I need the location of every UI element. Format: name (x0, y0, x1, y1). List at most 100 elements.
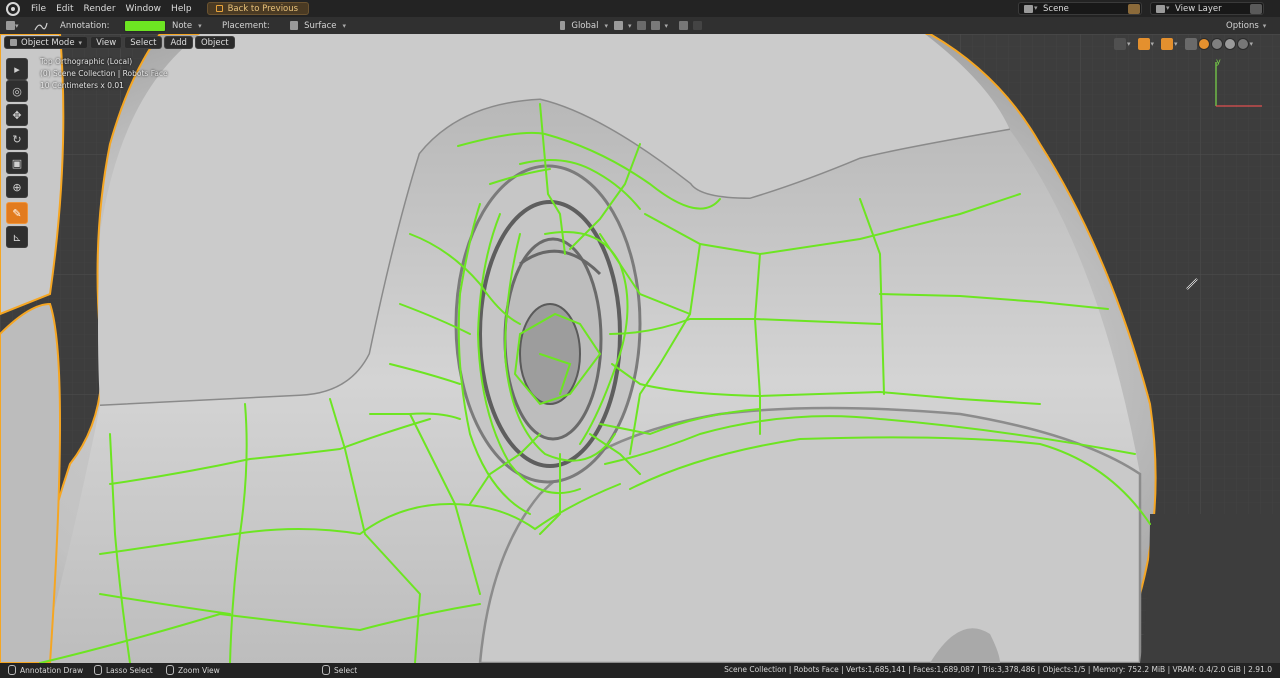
status-annotation-draw-label: Annotation Draw (20, 665, 84, 675)
menu-edit[interactable]: Edit (51, 4, 78, 14)
snap-icon[interactable] (636, 21, 646, 30)
rotate-tool[interactable]: ↻ (6, 128, 28, 150)
tool-settings-header: ▾ Annotation: Note ▾ Placement: Surface ▾… (0, 17, 1280, 34)
menu-help[interactable]: Help (166, 4, 197, 14)
chevron-down-icon: ▾ (78, 38, 83, 47)
pivot-icon[interactable] (614, 21, 623, 30)
3d-viewport[interactable]: y Object Mode ▾ View Select Add Object ▾… (0, 34, 1280, 663)
window-icon (215, 5, 223, 12)
transform-icon: ⊕ (12, 180, 22, 194)
overlays-toggle-icon[interactable] (1161, 37, 1174, 50)
status-select: Select (322, 665, 357, 675)
cursor-icon: ▸ (14, 62, 20, 76)
measure-tool[interactable]: ⊾ (6, 226, 28, 248)
status-zoom-view-label: Zoom View (178, 665, 220, 675)
pencil-icon: ✎ (12, 206, 22, 220)
select-box-tool[interactable]: ▸ (6, 58, 28, 80)
status-bar: Annotation Draw Lasso Select Zoom View S… (0, 663, 1280, 678)
collection-info: (0) Scene Collection | Robots Face (40, 69, 168, 78)
mouse-right-icon (166, 665, 174, 675)
chevron-down-icon: ▾ (198, 21, 202, 30)
chevron-down-icon: ▾ (1166, 4, 1170, 12)
scene-name: Scene (1043, 3, 1069, 14)
top-menu-bar: File Edit Render Window Help Back to Pre… (0, 0, 1280, 17)
cursor-tool[interactable]: ◎ (6, 80, 28, 102)
chevron-down-icon: ▾ (1150, 39, 1155, 48)
note-layer-dropdown[interactable]: Note ▾ (166, 19, 212, 32)
gizmo-toggle-icon[interactable] (1137, 37, 1150, 50)
viewport-shading-controls: ▾ ▾ ▾ ▾ (1114, 36, 1253, 51)
chevron-down-icon: ▾ (342, 21, 346, 30)
scene-selector[interactable]: ▾ Scene (1018, 2, 1142, 15)
scale-icon: ▣ (11, 156, 23, 170)
scale-tool[interactable]: ▣ (6, 152, 28, 174)
mouse-middle-icon (94, 665, 102, 675)
view-name: Top Orthographic (Local) (40, 57, 133, 66)
status-lasso-select-label: Lasso Select (106, 665, 153, 675)
object-mode-icon (10, 39, 17, 46)
viewport-header-left: Object Mode ▾ View Select Add Object (4, 36, 235, 49)
viewport-info-overlay: Top Orthographic (Local) (0) Scene Colle… (40, 56, 168, 92)
chevron-down-icon: ▾ (1174, 39, 1178, 48)
options-dropdown[interactable]: Options ▾ (1226, 19, 1266, 32)
rotate-icon: ↻ (12, 132, 22, 146)
transform-tool[interactable]: ⊕ (6, 176, 28, 198)
wireframe-shading-icon[interactable] (1210, 37, 1223, 50)
falloff-icon[interactable] (693, 21, 703, 30)
xray-toggle-icon[interactable] (1184, 37, 1197, 50)
proportional-edit-icon[interactable] (679, 21, 689, 30)
menu-window[interactable]: Window (121, 4, 167, 14)
annotation-color-swatch[interactable] (124, 19, 166, 32)
options-label: Options (1226, 20, 1259, 31)
chevron-down-icon: ▾ (1034, 4, 1038, 12)
rendered-shading-icon[interactable] (1236, 37, 1249, 50)
object-menu[interactable]: Object (194, 36, 235, 49)
snap-target-icon[interactable] (650, 21, 660, 30)
new-scene-button[interactable] (1128, 4, 1140, 14)
object-mode-label: Object Mode (21, 37, 75, 48)
placement-value: Surface (304, 20, 337, 31)
chevron-down-icon: ▾ (1127, 39, 1131, 48)
status-select-label: Select (334, 665, 358, 675)
chevron-down-icon: ▾ (664, 21, 669, 30)
note-value: Note (172, 20, 193, 31)
orientation-dropdown[interactable]: Global ▾ (558, 19, 610, 32)
orientation-value: Global (571, 20, 599, 31)
new-view-layer-button[interactable] (1250, 4, 1262, 14)
chevron-down-icon: ▾ (628, 21, 632, 30)
status-lasso-select: Lasso Select (94, 665, 153, 675)
annotate-tool-icon (6, 21, 15, 30)
chevron-down-icon: ▾ (1249, 39, 1254, 48)
object-mode-dropdown[interactable]: Object Mode ▾ (4, 36, 89, 49)
annotation-label: Annotation: (60, 20, 110, 31)
mouse-icon (322, 665, 330, 675)
scene-icon (1024, 5, 1033, 13)
placement-dropdown[interactable]: Surface ▾ (284, 19, 352, 32)
move-tool[interactable]: ✥ (6, 104, 28, 126)
main-menu: File Edit Render Window Help (26, 0, 197, 17)
move-icon: ✥ (12, 108, 22, 122)
view-menu[interactable]: View (90, 36, 123, 49)
blender-logo-icon[interactable] (6, 1, 20, 16)
view-layer-selector[interactable]: ▾ View Layer (1150, 2, 1264, 15)
select-menu[interactable]: Select (124, 36, 163, 49)
mouse-left-icon (8, 665, 16, 675)
viewport-canvas: y (0, 34, 1280, 663)
gizmo-axis-label: y (1216, 57, 1221, 66)
menu-file[interactable]: File (26, 4, 51, 14)
tool-icon-dropdown[interactable]: ▾ (6, 19, 19, 32)
ruler-icon: ⊾ (12, 230, 22, 244)
scene-statistics: Scene Collection | Robots Face | Verts:1… (724, 665, 1272, 674)
back-to-previous-button[interactable]: Back to Previous (206, 2, 310, 15)
visibility-icon[interactable] (1114, 37, 1126, 50)
orientation-icon (560, 21, 566, 30)
annotate-tool[interactable]: ✎ (6, 202, 28, 224)
annotate-line-icon[interactable] (34, 19, 48, 32)
pivot-snap-group: ▾ ▾ (614, 19, 703, 32)
status-zoom-view: Zoom View (166, 665, 220, 675)
material-shading-icon[interactable] (1223, 37, 1236, 50)
view-layer-icon (1156, 5, 1165, 13)
add-menu[interactable]: Add (164, 36, 193, 49)
menu-render[interactable]: Render (79, 4, 121, 14)
solid-shading-icon[interactable] (1197, 37, 1210, 50)
